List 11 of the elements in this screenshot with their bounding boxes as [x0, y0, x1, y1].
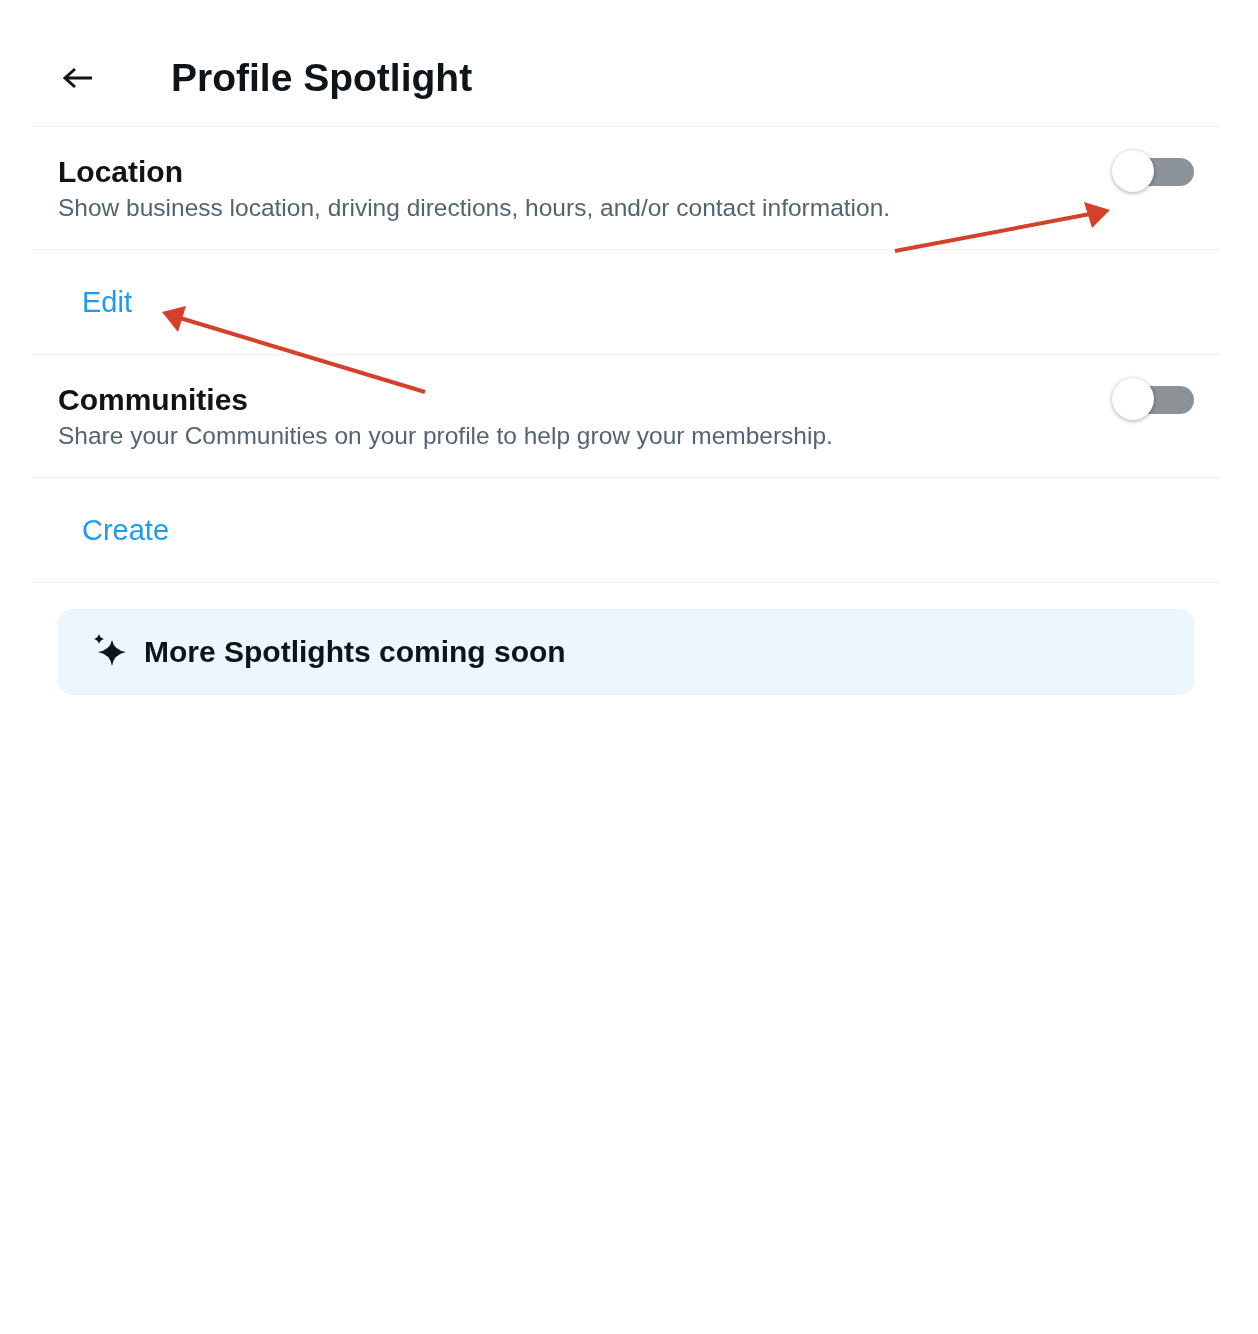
- setting-description: Share your Communities on your profile to help grow your membership.: [58, 421, 833, 451]
- setting-description: Show business location, driving directions, hours, and/or contact information.: [58, 193, 891, 223]
- toggle-switch[interactable]: [1112, 150, 1194, 194]
- setting-title: Location: [58, 154, 184, 190]
- action-link[interactable]: Edit: [82, 285, 132, 319]
- page-title: Profile Spotlight: [171, 56, 473, 100]
- back-icon[interactable]: [62, 66, 94, 90]
- banner-text: More Spotlights coming soon: [144, 635, 566, 669]
- setting-title: Communities: [58, 382, 250, 418]
- action-link[interactable]: Create: [82, 513, 170, 547]
- toggle-switch[interactable]: [1112, 378, 1194, 422]
